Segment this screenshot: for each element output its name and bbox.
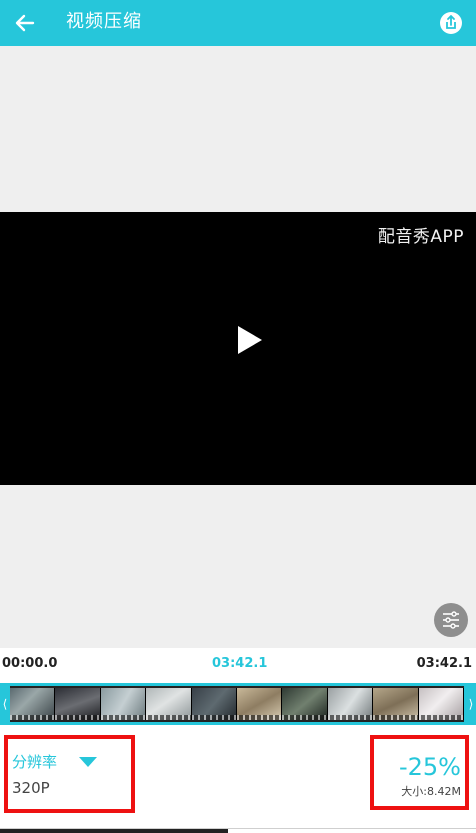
bottom-bar: [0, 829, 228, 833]
timeline-trimmer[interactable]: ⟨ ⟩: [0, 683, 476, 725]
page-title: 视频压缩: [66, 11, 142, 32]
filmstrip-frame: [327, 688, 374, 720]
size-info: -25% 大小:8.42M: [370, 735, 469, 810]
filmstrip-frame: [100, 688, 147, 720]
video-player[interactable]: 配音秀APP: [0, 212, 476, 485]
back-button[interactable]: [8, 6, 42, 40]
filmstrip-frame: [418, 688, 464, 720]
percent-change: -25%: [398, 753, 461, 781]
current-time: 03:42.1: [212, 656, 268, 671]
triangle-down-icon[interactable]: [77, 755, 99, 769]
filmstrip[interactable]: [10, 686, 464, 722]
filmstrip-frame: [373, 688, 419, 720]
play-icon[interactable]: [232, 323, 266, 357]
share-button[interactable]: [434, 6, 468, 40]
time-row: 00:00.0 03:42.1 03:42.1: [0, 654, 476, 674]
settings-button[interactable]: [434, 603, 468, 637]
filmstrip-frame: [237, 688, 283, 720]
app-header: 视频压缩: [0, 0, 476, 46]
start-time: 00:00.0: [2, 656, 58, 671]
resolution-selector[interactable]: 分辨率 320P: [4, 735, 135, 813]
resolution-value: 320P: [12, 779, 50, 797]
sliders-icon: [443, 611, 459, 629]
filmstrip-frame: [282, 688, 328, 720]
watermark-text: 配音秀APP: [377, 227, 464, 247]
trim-handle-left[interactable]: ⟨: [0, 683, 10, 725]
filmstrip-frame: [146, 688, 192, 720]
trim-handle-right[interactable]: ⟩: [466, 683, 476, 725]
filmstrip-frame: [55, 688, 101, 720]
arrow-left-icon: [15, 14, 35, 32]
share-icon: [440, 12, 462, 34]
end-time: 03:42.1: [416, 656, 472, 671]
filmstrip-frame: [10, 688, 56, 720]
file-size: 大小:8.42M: [401, 785, 461, 798]
filmstrip-frame: [191, 688, 238, 720]
resolution-label: 分辨率: [12, 753, 58, 771]
